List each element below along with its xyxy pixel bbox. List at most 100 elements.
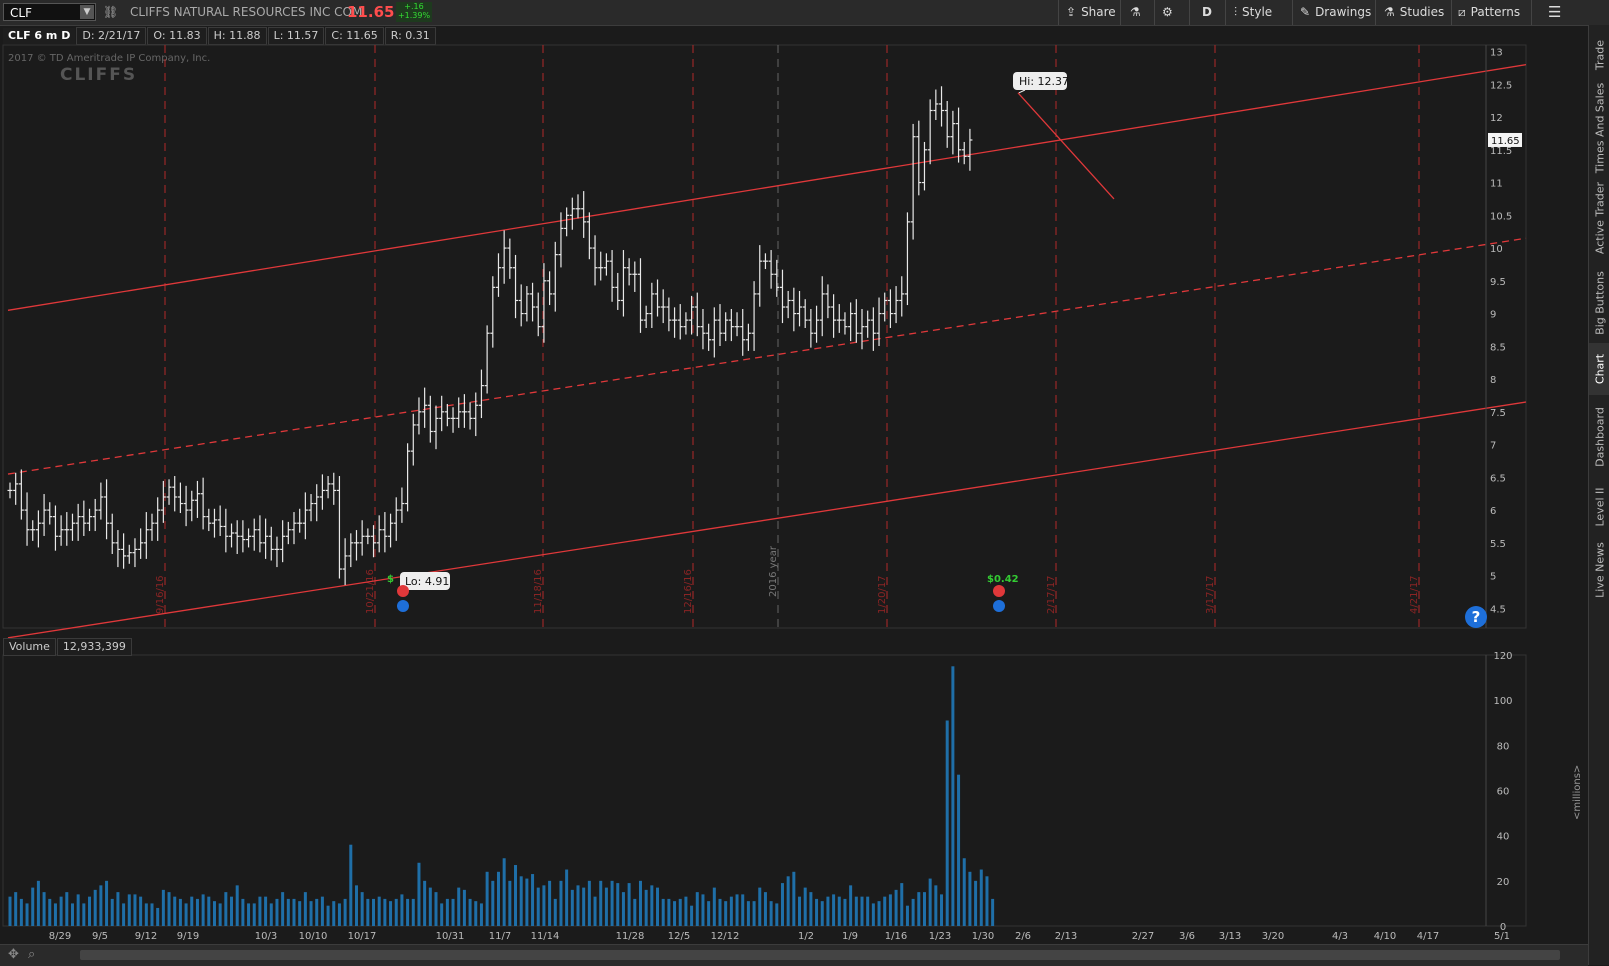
ohlc-bar — [81, 500, 87, 536]
volume-bar — [820, 901, 824, 926]
volume-bar — [445, 898, 449, 926]
trendline[interactable] — [1017, 92, 1115, 200]
tab-level-ii[interactable]: Level II — [1589, 479, 1609, 535]
dividend-label: $0.42 — [987, 574, 1019, 585]
ohlc-bar — [547, 271, 553, 306]
volume-bar — [258, 896, 262, 926]
ohlc-bar — [586, 212, 592, 260]
tab-live-news[interactable]: Live News — [1589, 535, 1609, 605]
volume-bar — [922, 892, 926, 926]
volume-bar — [627, 883, 631, 926]
help-button[interactable]: ? — [1465, 606, 1487, 628]
ohlc-bar — [785, 290, 791, 319]
volume-bar — [678, 898, 682, 926]
info-icon[interactable] — [993, 600, 1005, 612]
chart-canvas[interactable]: 2017 © TD Ameritrade IP Company, Inc. CL… — [0, 0, 1588, 944]
tab-active-trader[interactable]: Active Trader — [1589, 173, 1609, 263]
earnings-icon[interactable] — [397, 585, 409, 597]
volume-bar — [957, 774, 961, 926]
y-tick-label: 8.5 — [1490, 342, 1506, 353]
y-tick-label: 10.5 — [1490, 211, 1512, 222]
ohlc-bar — [745, 323, 751, 351]
volume-bar — [53, 903, 57, 926]
volume-bar — [144, 903, 148, 926]
ohlc-bar — [342, 538, 348, 586]
volume-label-bar: Volume 12,933,399 — [3, 638, 133, 656]
ohlc-bar — [956, 107, 962, 163]
x-tick-label: 10/3 — [255, 931, 277, 942]
volume-bar — [979, 869, 983, 926]
volume-bar — [389, 901, 393, 926]
volume-bar — [599, 880, 603, 926]
volume-bar — [610, 880, 614, 926]
volume-bar — [888, 894, 892, 926]
volume-value: 12,933,399 — [56, 638, 132, 656]
ohlc-bar — [109, 513, 115, 554]
ohlc-bar — [541, 263, 547, 343]
ohlc-bar — [365, 528, 371, 545]
tab-label: Times And Sales — [1593, 82, 1606, 174]
volume-bar — [673, 901, 677, 926]
x-tick-label: 3/20 — [1262, 931, 1284, 942]
y-tick-label: 10 — [1490, 244, 1503, 255]
ohlc-bar — [643, 305, 649, 328]
y-tick-label: 12 — [1490, 113, 1503, 124]
tab-big-buttons[interactable]: Big Buttons — [1589, 263, 1609, 343]
volume-bar — [582, 887, 586, 926]
volume-bar — [247, 903, 251, 926]
ohlc-bar — [649, 282, 655, 328]
x-tick-label: 2/13 — [1055, 931, 1077, 942]
ohlc-bar — [200, 477, 206, 530]
ohlc-bar — [172, 476, 178, 512]
volume-bar — [746, 901, 750, 926]
volume-bar — [462, 889, 466, 926]
volume-bar — [718, 898, 722, 926]
volume-bar — [928, 878, 932, 926]
volume-bar — [707, 901, 711, 926]
info-icon[interactable] — [397, 600, 409, 612]
volume-bar — [491, 880, 495, 926]
y-tick-label: 8 — [1490, 375, 1496, 386]
earnings-icon[interactable] — [993, 585, 1005, 597]
ohlc-bar — [848, 302, 854, 342]
x-tick-label: 10/10 — [299, 931, 328, 942]
tab-trade[interactable]: Trade — [1589, 27, 1609, 83]
tab-label: Active Trader — [1593, 181, 1606, 255]
ohlc-bar — [921, 141, 927, 191]
zoom-icon[interactable]: ⌕ — [28, 947, 35, 962]
ohlc-bar — [297, 508, 303, 533]
ohlc-bar — [229, 523, 235, 548]
period-marker-label: 4/21/17 — [1409, 575, 1420, 614]
volume-bar — [241, 898, 245, 926]
volume-bar — [849, 885, 853, 926]
volume-bar — [190, 896, 194, 926]
x-tick-label: 1/2 — [798, 931, 814, 942]
volume-bar — [116, 892, 120, 926]
tab-label: Live News — [1593, 542, 1606, 598]
tab-times-and-sales[interactable]: Times And Sales — [1589, 83, 1609, 173]
ohlc-bar — [819, 276, 825, 337]
move-icon[interactable]: ✥ — [8, 947, 19, 962]
ohlc-bar — [797, 290, 803, 327]
ohlc-bar — [302, 492, 308, 540]
x-tick-label: 10/17 — [348, 931, 377, 942]
volume-bar — [207, 896, 211, 926]
horizontal-scrollbar[interactable] — [80, 950, 1560, 960]
x-tick-label: 2/6 — [1015, 931, 1031, 942]
volume-y-tick: 60 — [1497, 787, 1510, 798]
volume-bar — [167, 892, 171, 926]
dividend-label-partial: $ — [387, 574, 394, 585]
volume-bar — [587, 880, 591, 926]
tab-chart[interactable]: Chart — [1589, 343, 1609, 395]
ohlc-bar — [694, 292, 700, 337]
channel-lower-line[interactable] — [7, 401, 1527, 639]
copyright-text: 2017 © TD Ameritrade IP Company, Inc. — [8, 53, 210, 64]
volume-bar — [877, 901, 881, 926]
ohlc-bar — [410, 413, 416, 466]
ohlc-bar — [263, 518, 269, 559]
channel-upper-line[interactable] — [7, 64, 1527, 311]
tab-dashboard[interactable]: Dashboard — [1589, 395, 1609, 479]
ohlc-bar — [268, 526, 274, 561]
ohlc-bar — [251, 518, 257, 551]
ohlc-bar — [155, 497, 161, 541]
